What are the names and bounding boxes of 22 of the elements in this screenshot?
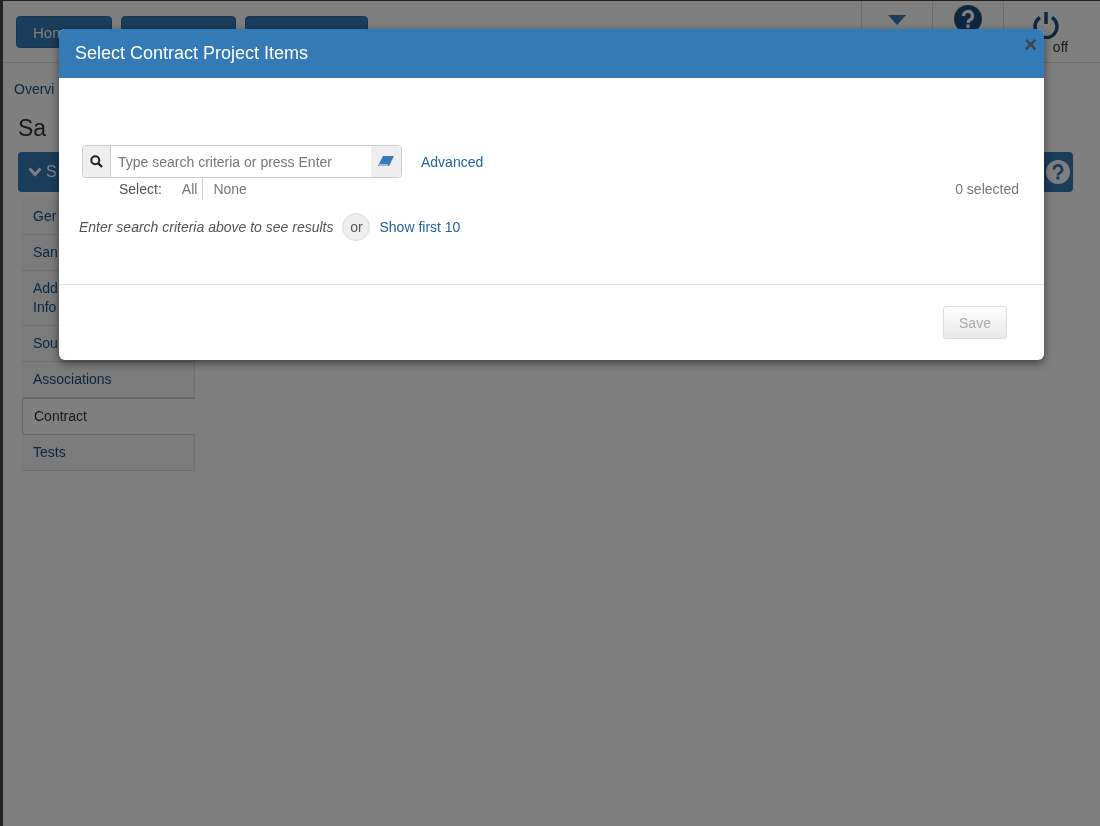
select-none-link[interactable]: None	[208, 181, 252, 197]
help-button[interactable]	[1042, 152, 1073, 192]
chevron-down-icon	[28, 167, 42, 177]
search-input-group[interactable]: Type search criteria or press Enter	[82, 145, 402, 178]
page-heading: Sa	[18, 114, 48, 143]
eraser-icon[interactable]	[378, 156, 394, 167]
caret-down-icon[interactable]	[888, 15, 906, 25]
sidebar-item[interactable]: Associations	[22, 362, 195, 398]
search-icon	[90, 155, 103, 168]
section-title: S	[46, 163, 57, 181]
sidebar-item[interactable]: Contract	[22, 398, 195, 435]
show-first-link[interactable]: Show first 10	[379, 219, 461, 235]
hint-text: Enter search criteria above to see results	[79, 219, 334, 235]
sidebar-item[interactable]: Tests	[22, 435, 195, 471]
or-badge: or	[342, 213, 371, 241]
selected-count: 0 selected	[955, 181, 1019, 197]
advanced-link[interactable]: Advanced	[421, 153, 484, 170]
help-icon	[1045, 160, 1070, 184]
select-label: Select:	[119, 181, 162, 197]
power-icon[interactable]	[1031, 10, 1060, 39]
select-all-link[interactable]: All	[176, 181, 203, 197]
logoff-label[interactable]: off	[1052, 38, 1069, 55]
